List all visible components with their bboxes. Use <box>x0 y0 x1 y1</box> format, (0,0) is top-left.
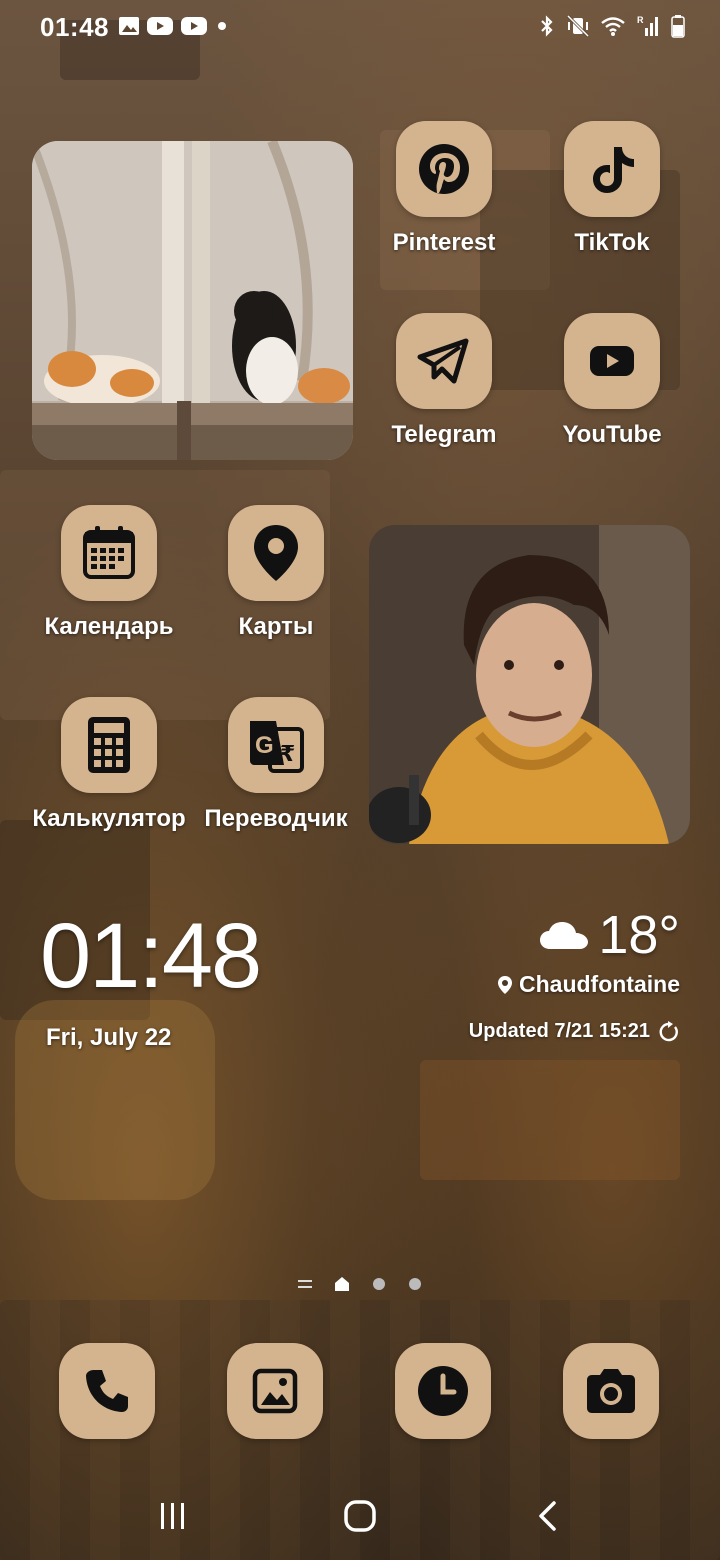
calculator-icon <box>61 697 157 793</box>
home-page-icon[interactable] <box>334 1276 350 1292</box>
app-youtube[interactable]: YouTube <box>527 313 697 449</box>
navigation-bar <box>0 1484 720 1544</box>
weather-temperature: 18° <box>598 905 680 965</box>
app-translator[interactable]: G ₹ Переводчик <box>191 697 361 833</box>
svg-text:R: R <box>637 15 644 25</box>
recent-apps-icon <box>161 1503 184 1529</box>
back-button[interactable] <box>525 1498 571 1534</box>
clock-widget[interactable]: 01:48 Fri, July 22 <box>40 905 262 1052</box>
dot-icon <box>218 22 226 30</box>
telegram-icon <box>396 313 492 409</box>
photo-cats-window <box>32 141 353 460</box>
mute-vibrate-icon <box>566 14 590 38</box>
camera-icon <box>587 1369 635 1413</box>
youtube-icon <box>147 17 173 35</box>
home-icon <box>344 1500 376 1532</box>
page-dot[interactable] <box>372 1277 386 1291</box>
weather-widget[interactable]: 18° Chaudfontaine Updated 7/21 15:21 <box>380 905 680 1043</box>
clock-time: 01:48 <box>40 905 262 1007</box>
bluetooth-icon <box>541 15 553 37</box>
youtube-icon <box>181 17 207 35</box>
calendar-icon <box>61 505 157 601</box>
translate-icon: G ₹ <box>228 697 324 793</box>
clock-icon <box>418 1366 468 1416</box>
app-tiktok[interactable]: TikTok <box>527 121 697 257</box>
youtube-icon <box>564 313 660 409</box>
gallery-app[interactable] <box>227 1343 323 1439</box>
weather-location: Chaudfontaine <box>519 971 680 997</box>
svg-text:G: G <box>255 732 274 759</box>
notification-icons <box>118 15 230 37</box>
phone-icon <box>86 1370 128 1412</box>
phone-app[interactable] <box>59 1343 155 1439</box>
status-time: 01:48 <box>40 12 109 42</box>
pinterest-icon <box>396 121 492 217</box>
app-calculator[interactable]: Калькулятор <box>24 697 194 833</box>
app-label: Календарь <box>44 613 174 640</box>
app-label: Переводчик <box>204 805 348 832</box>
clock-app[interactable] <box>395 1343 491 1439</box>
app-label: YouTube <box>562 421 662 448</box>
status-bar: 01:48 R <box>0 0 720 56</box>
photo-widget-cats[interactable] <box>32 141 353 460</box>
location-pin-icon <box>498 975 512 994</box>
cloud-icon <box>540 922 589 949</box>
app-label: Калькулятор <box>32 805 186 832</box>
menu-lines-icon[interactable] <box>298 1278 312 1290</box>
photo-person-yellow-hoodie <box>369 525 690 844</box>
refresh-icon[interactable] <box>658 1020 680 1043</box>
app-label: Telegram <box>391 421 497 448</box>
back-icon <box>539 1501 556 1531</box>
system-icons: R <box>538 14 686 38</box>
battery-icon <box>671 15 685 38</box>
app-label: TikTok <box>574 229 650 256</box>
recent-apps-button[interactable] <box>150 1498 196 1534</box>
weather-updated: Updated 7/21 15:21 <box>468 1020 650 1042</box>
app-maps[interactable]: Карты <box>191 505 361 641</box>
app-label: Карты <box>238 613 314 640</box>
page-indicator[interactable] <box>0 1276 720 1292</box>
clock-date: Fri, July 22 <box>46 1024 172 1051</box>
app-pinterest[interactable]: Pinterest <box>359 121 529 257</box>
photo-widget-person[interactable] <box>369 525 690 844</box>
map-pin-icon <box>228 505 324 601</box>
app-label: Pinterest <box>392 229 496 256</box>
gallery-icon <box>119 17 139 35</box>
gallery-icon <box>252 1368 298 1414</box>
camera-app[interactable] <box>563 1343 659 1439</box>
tiktok-icon <box>564 121 660 217</box>
signal-roaming-icon: R <box>637 15 658 36</box>
svg-text:₹: ₹ <box>280 742 295 767</box>
page-dot[interactable] <box>408 1277 422 1291</box>
wifi-icon <box>601 17 625 36</box>
app-telegram[interactable]: Telegram <box>359 313 529 449</box>
home-button[interactable] <box>337 1498 383 1534</box>
app-calendar[interactable]: Календарь <box>24 505 194 641</box>
